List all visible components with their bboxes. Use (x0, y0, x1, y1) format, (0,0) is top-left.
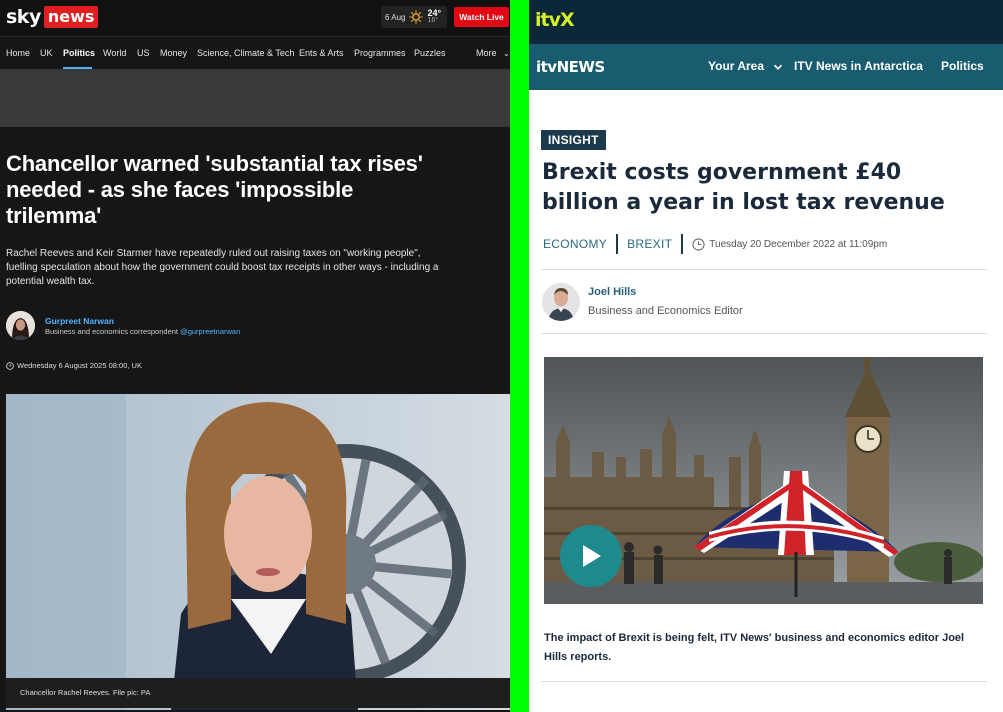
sun-icon (409, 10, 424, 24)
author-role-text: Business and economics correspondent (45, 327, 178, 336)
nav-money[interactable]: Money (160, 48, 187, 58)
nav-ents-arts[interactable]: Ents & Arts (299, 48, 344, 58)
nav-science-climate-tech[interactable]: Science, Climate & Tech (197, 48, 294, 58)
itv-news-page: itvX itvNEWS Your Area ITV News in Antar… (529, 0, 1003, 712)
divider (541, 269, 987, 270)
weather-temps: 24° 16° (427, 9, 441, 25)
nav-your-area[interactable]: Your Area (708, 59, 783, 73)
sky-logo-news: news (43, 6, 99, 28)
weather-date: 6 Aug (385, 12, 406, 22)
article-headline: Chancellor warned 'substantial tax rises… (6, 151, 423, 228)
article-video-thumbnail[interactable] (544, 357, 983, 604)
author-avatar[interactable] (542, 283, 580, 321)
ad-placeholder (0, 69, 510, 127)
nav-your-area-label: Your Area (708, 59, 765, 73)
temp-high: 24° (427, 8, 442, 18)
play-button[interactable] (560, 525, 622, 587)
nav-uk[interactable]: UK (40, 48, 53, 58)
clock-icon (692, 237, 705, 251)
chevron-down-icon (774, 64, 783, 70)
author-handle-link[interactable]: @gurpreetnarwan (180, 327, 240, 336)
sky-main-nav: Home UK Politics World US Money Science,… (0, 36, 510, 69)
author-avatar[interactable] (6, 311, 35, 340)
chevron-down-icon: ⌄ (503, 49, 510, 58)
sky-news-page: sky news 6 Aug 24° 16° Watch Live Home U… (0, 0, 510, 712)
nav-more[interactable]: More ⌄ (476, 48, 510, 58)
itv-news-logo[interactable]: itvNEWS (536, 58, 605, 76)
divider (541, 333, 987, 334)
meta-separator (681, 234, 684, 254)
article-meta: ECONOMY BREXIT Tuesday 20 December 2022 … (543, 234, 887, 254)
nav-us[interactable]: US (137, 48, 150, 58)
video-caption: The impact of Brexit is being felt, ITV … (544, 632, 965, 663)
article-date-text: Wednesday 6 August 2025 08:00, UK (17, 361, 142, 370)
author-name-link[interactable]: Joel Hills (588, 286, 636, 298)
nav-more-label: More (476, 48, 497, 58)
category-brexit-link[interactable]: BREXIT (627, 237, 672, 251)
nav-world[interactable]: World (103, 48, 126, 58)
weather-widget[interactable]: 6 Aug 24° 16° (381, 6, 447, 28)
split-screen: sky news 6 Aug 24° 16° Watch Live Home U… (0, 0, 1003, 712)
article-headline: Brexit costs government £40 billion a ye… (542, 160, 945, 215)
sky-top-bar: sky news 6 Aug 24° 16° Watch Live (0, 0, 510, 36)
article-date: Tuesday 20 December 2022 at 11:09pm (709, 238, 888, 250)
itvx-top-bar: itvX (529, 0, 1003, 44)
author-role: Business and Economics Editor (588, 305, 743, 317)
nav-itv-news-antarctica[interactable]: ITV News in Antarctica (794, 59, 923, 73)
insight-tag: INSIGHT (541, 130, 606, 150)
article-standfirst: Rachel Reeves and Keir Starmer have repe… (6, 248, 439, 287)
nav-politics[interactable]: Politics (63, 48, 95, 58)
article-hero-image[interactable] (6, 394, 510, 710)
sky-logo-word: sky (6, 6, 41, 28)
author-role: Business and economics correspondent @gu… (45, 327, 240, 336)
clock-icon (6, 361, 14, 370)
image-caption: Chancellor Rachel Reeves. File pic: PA (20, 688, 151, 697)
sky-news-logo[interactable]: sky news (6, 6, 99, 28)
author-byline: Gurpreet Narwan Business and economics c… (6, 311, 306, 341)
itv-news-nav-bar: itvNEWS Your Area ITV News in Antarctica… (529, 44, 1003, 90)
nav-programmes[interactable]: Programmes (354, 48, 406, 58)
nav-politics[interactable]: Politics (941, 59, 984, 73)
author-name-link[interactable]: Gurpreet Narwan (45, 316, 114, 326)
nav-puzzles[interactable]: Puzzles (414, 48, 446, 58)
play-icon (583, 545, 601, 567)
watch-live-button[interactable]: Watch Live (454, 7, 509, 27)
meta-separator (616, 234, 619, 254)
temp-low: 16° (427, 17, 439, 24)
article-date: Wednesday 6 August 2025 08:00, UK (6, 361, 142, 370)
divider (541, 681, 987, 682)
itvx-logo[interactable]: itvX (535, 9, 575, 31)
green-divider (510, 0, 529, 712)
category-economy-link[interactable]: ECONOMY (543, 237, 607, 251)
nav-home[interactable]: Home (6, 48, 30, 58)
